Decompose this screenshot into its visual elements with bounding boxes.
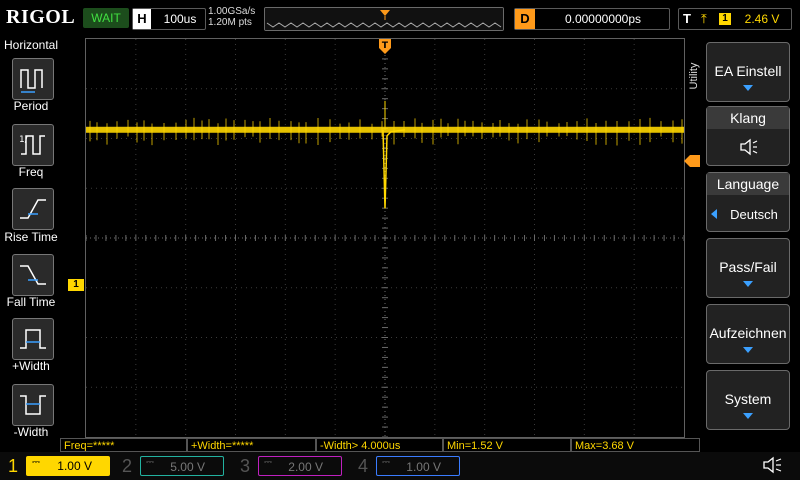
chevron-down-icon (743, 281, 753, 287)
channel-2-number: 2 (121, 456, 132, 476)
menu-aufzeichnen-button[interactable]: Aufzeichnen (706, 304, 790, 364)
period-label: Period (13, 99, 49, 113)
dc-coupling-icon: ⎓ (32, 457, 40, 468)
measurement-max[interactable]: Max=3.68 V (571, 438, 700, 452)
system-label: System (724, 391, 772, 407)
neg-width-icon (20, 395, 46, 415)
channel-3-number: 3 (239, 456, 250, 476)
trigger-level-marker-icon[interactable] (684, 155, 700, 167)
trigger-position-icon[interactable]: T (379, 39, 391, 55)
acquisition-info: 1.00GSa/s 1.20M pts (208, 6, 255, 28)
rising-edge-icon: ⤒ (701, 11, 707, 26)
dc-coupling-icon: ⎓ (382, 457, 390, 468)
aufzeichnen-label: Aufzeichnen (709, 325, 787, 341)
chevron-down-icon (743, 347, 753, 353)
graticule (85, 38, 685, 438)
top-status-bar: RIGOL WAIT H 100us 1.00GSa/s 1.20M pts D… (0, 0, 800, 36)
chevron-down-icon (743, 413, 753, 419)
freq-icon: 1/ (19, 135, 45, 155)
period-icon (20, 69, 43, 93)
klang-header: Klang (707, 107, 789, 129)
speaker-icon[interactable] (762, 455, 784, 475)
memory-waveform-overview (265, 8, 503, 30)
neg-width-label: -Width (13, 425, 49, 439)
freq-label: Freq (18, 165, 44, 179)
measure-fall-time-button[interactable] (12, 254, 54, 296)
delay-control[interactable]: D 0.00000000ps (514, 8, 670, 30)
trigger-source-badge: 1 (719, 13, 731, 25)
measurement-pos-width[interactable]: +Width=***** (187, 438, 316, 452)
memory-overview[interactable] (264, 7, 504, 31)
waveform-display[interactable] (85, 38, 685, 438)
measurement-neg-width[interactable]: -Width> 4.000us (316, 438, 443, 452)
pos-width-icon (20, 329, 46, 349)
pos-width-label: +Width (12, 359, 50, 373)
menu-system-button[interactable]: System (706, 370, 790, 430)
menu-pass-fail-button[interactable]: Pass/Fail (706, 238, 790, 298)
menu-tab-utility[interactable]: Utility (684, 44, 706, 114)
channel-4-control[interactable]: 4 1.00 V ⎓ (354, 454, 464, 478)
trigger-level: 2.46 V (744, 12, 780, 26)
language-value: Deutsch (730, 207, 778, 222)
horizontal-key: H (133, 9, 151, 29)
measurement-min[interactable]: Min=1.52 V (443, 438, 571, 452)
delay-key: D (515, 9, 535, 29)
menu-language-button[interactable]: Language Deutsch (706, 172, 790, 232)
measure-neg-width-button[interactable] (12, 384, 54, 426)
pass-fail-label: Pass/Fail (719, 259, 777, 275)
measure-freq-button[interactable]: 1/ (12, 124, 54, 166)
rise-time-icon (20, 199, 46, 219)
channel-1-control[interactable]: 1 1.00 V ⎓ (4, 454, 110, 478)
channel-1-number: 1 (7, 456, 18, 476)
channel-4-number: 4 (357, 456, 368, 476)
brand-logo: RIGOL (6, 6, 76, 28)
measurement-freq[interactable]: Freq=***** (60, 438, 187, 452)
channel-2-control[interactable]: 2 5.00 V ⎓ (118, 454, 228, 478)
run-status-badge[interactable]: WAIT (83, 8, 129, 28)
measure-rise-time-button[interactable] (12, 188, 54, 230)
timebase-control[interactable]: H 100us (132, 8, 206, 30)
trigger-control[interactable]: T ⤒ 1 2.46 V (678, 8, 792, 30)
ea-einstell-label: EA Einstell (714, 63, 782, 79)
chevron-left-icon (711, 209, 717, 219)
dc-coupling-icon: ⎓ (146, 457, 154, 468)
sample-rate: 1.00GSa/s (208, 6, 256, 17)
menu-klang-button[interactable]: Klang (706, 106, 790, 166)
rise-time-label: Rise Time (4, 230, 58, 244)
measure-period-button[interactable] (12, 58, 54, 100)
dc-coupling-icon: ⎓ (264, 457, 272, 468)
trigger-key: T (683, 11, 691, 26)
svg-text:T: T (382, 41, 389, 51)
measure-pos-width-button[interactable] (12, 318, 54, 360)
language-header: Language (707, 173, 789, 195)
measure-category-title[interactable]: Horizontal (0, 38, 62, 52)
fall-time-icon (20, 265, 46, 285)
speaker-icon (740, 138, 758, 156)
ch1-offset-marker[interactable]: 1 (68, 279, 84, 291)
memory-depth: 1.20M pts (208, 17, 252, 28)
timebase-value: 100us (163, 12, 197, 26)
delay-value: 0.00000000ps (564, 12, 642, 26)
chevron-down-icon (743, 85, 753, 91)
utility-tab-label: Utility (688, 62, 700, 90)
channel-3-control[interactable]: 3 2.00 V ⎓ (236, 454, 346, 478)
menu-ea-einstell-button[interactable]: EA Einstell (706, 42, 790, 102)
svg-text:1/: 1/ (19, 135, 29, 145)
fall-time-label: Fall Time (6, 295, 56, 309)
